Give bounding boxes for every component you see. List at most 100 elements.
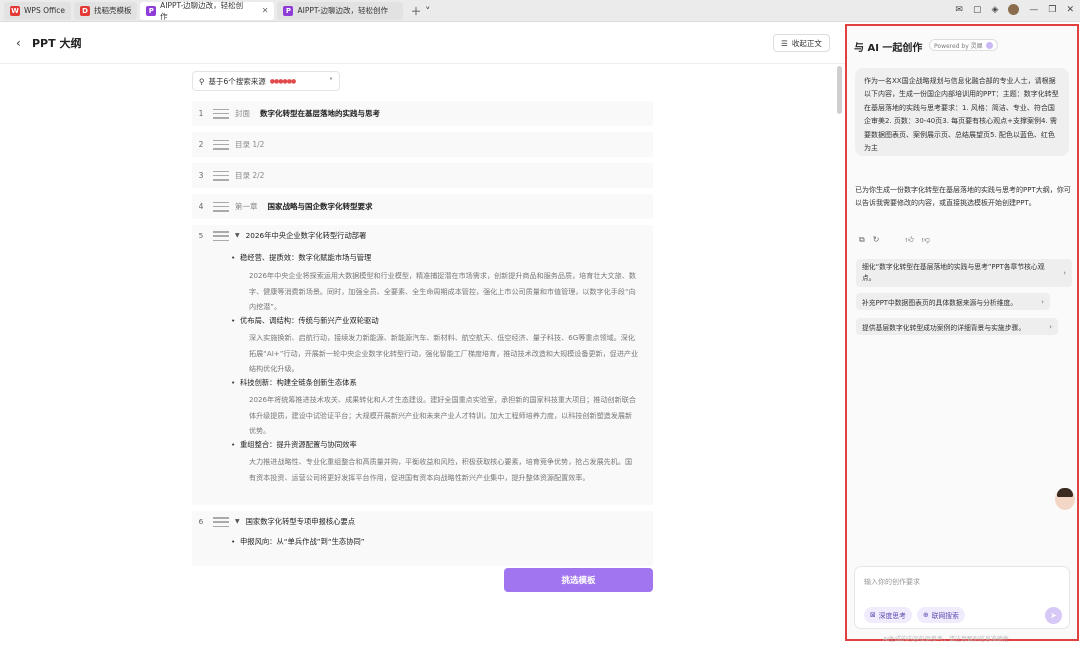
search-icon: ⚲: [199, 76, 205, 86]
row-kind: 第一章: [235, 202, 258, 211]
slide-thumb-icon: [213, 139, 229, 150]
deep-think-icon: ⊠: [870, 611, 876, 619]
collapse-body-button[interactable]: ☰ 收起正文: [773, 34, 830, 52]
web-search-toggle[interactable]: ⊕ 联网搜索: [917, 607, 965, 623]
tab-aippt[interactable]: P AIPPT-边聊边改，轻松创作: [277, 1, 404, 20]
chat-input-box[interactable]: 输入你的创作要求 ⊠ 深度思考 ⊕ 联网搜索 ➤: [854, 566, 1070, 629]
back-icon[interactable]: ‹: [16, 36, 21, 50]
row-kind: 目录 2/2: [235, 171, 265, 180]
tab-label: AIPPT-边聊边改，轻松创作: [160, 0, 244, 21]
suggestion-chip[interactable]: 细化“数字化转型在基层落地的实践与思考”PPT各章节核心观点。 ›: [856, 259, 1072, 287]
tab-label: AIPPT-边聊边改，轻松创作: [297, 6, 388, 15]
slide-thumb-icon: [213, 108, 229, 119]
deep-thinking-label: 深度思考: [878, 612, 906, 620]
section-header[interactable]: 5 ▼ 2026年中央企业数字化转型行动部署: [192, 229, 366, 243]
copy-icon[interactable]: ⧉: [859, 235, 865, 245]
search-sources-label: 基于6个搜索来源: [208, 76, 266, 86]
disclaimer: AI生成的内容仅供参考，请注意甄别信息准确性: [883, 636, 1009, 643]
assistant-mascot-icon[interactable]: [1055, 488, 1075, 510]
caret-down-icon[interactable]: ▼: [235, 229, 240, 243]
chevron-right-icon: ›: [1049, 322, 1052, 331]
row-kind: 目录 1/2: [235, 140, 265, 149]
clipboard-icon[interactable]: ▢: [973, 5, 982, 15]
web-search-label: 联网搜索: [931, 612, 959, 620]
search-sources-dropdown[interactable]: ⚲ 基于6个搜索来源 ●●●●●● ˅: [192, 71, 340, 91]
row-title[interactable]: 数字化转型在基层落地的实践与思考: [260, 108, 380, 119]
thumbs-up-icon[interactable]: 👍︎: [905, 235, 913, 245]
aippt-logo-icon: P: [283, 5, 294, 16]
row-number: 1: [198, 109, 204, 118]
section-heading[interactable]: 国家数字化转型专项申报核心要点: [246, 515, 355, 529]
section-header[interactable]: 6 ▼ 国家数字化转型专项申报核心要点: [192, 515, 355, 529]
point-title[interactable]: 科技创新：构建全链条创新生态体系: [231, 376, 357, 390]
ai-message: 已为你生成一份数字化转型在基层落地的实践与思考的PPT大纲，你可以告诉我需要修改…: [855, 186, 1071, 208]
point-title[interactable]: 优布局、调结构：传统与新兴产业双轮驱动: [231, 314, 379, 328]
chevron-right-icon: ›: [1063, 269, 1066, 277]
wps-logo-icon: W: [10, 5, 20, 16]
suggestion-label: 补充PPT中数据图表页的具体数据来源与分析维度。: [862, 298, 1018, 307]
point-body[interactable]: 大力推进战略性、专业化重组整合和高质量并购，平衡收益和风险，积极获取核心要素，培…: [249, 454, 639, 485]
slide-thumb-icon: [213, 170, 229, 181]
mail-icon[interactable]: ✉: [955, 5, 963, 15]
suggestion-chip[interactable]: 补充PPT中数据图表页的具体数据来源与分析维度。 ›: [856, 293, 1050, 310]
cube-icon[interactable]: ◈: [991, 5, 998, 15]
point-body[interactable]: 深入实施换新、启航行动，接续发力新能源、新能源汽车、新材料、航空航天、低空经济、…: [249, 330, 639, 377]
tab-bar: W WPS Office D 找稻壳模板 P AIPPT-边聊边改，轻松创作 ✕…: [0, 0, 1080, 22]
slide-thumb-icon: [213, 231, 229, 241]
row-number: 6: [198, 517, 204, 526]
aippt-logo-icon: P: [146, 5, 157, 16]
slide-thumb-icon: [213, 517, 229, 527]
scrollbar[interactable]: [837, 66, 842, 114]
send-icon: ➤: [1050, 611, 1057, 620]
point-title[interactable]: 申报风向：从“单兵作战”到“生态协同”: [231, 535, 365, 549]
point-body[interactable]: 2026年中央企业将探索运用大数据模型和行业模型，精准捕捉潜在市场需求，创新提升…: [249, 268, 639, 315]
close-window-icon[interactable]: ✕: [1066, 5, 1074, 15]
close-icon[interactable]: ✕: [262, 6, 269, 15]
suggestion-label: 细化“数字化转型在基层落地的实践与思考”PPT各章节核心观点。: [862, 263, 1045, 282]
section-heading[interactable]: 2026年中央企业数字化转型行动部署: [246, 229, 367, 243]
docer-logo-icon: D: [79, 5, 90, 16]
tab-label: 找稻壳模板: [93, 6, 132, 15]
outline-panel: ‹ PPT 大纲 ☰ 收起正文 ⚲ 基于6个搜索来源 ●●●●●● ˅ 1 封面…: [0, 22, 845, 648]
regenerate-icon[interactable]: ↻: [873, 235, 880, 245]
ai-chat-panel: 与 AI 一起创作 Powered by 灵犀 作为一名XX国企战略规划与信息化…: [845, 24, 1079, 643]
outline-row[interactable]: 1 封面 数字化转型在基层落地的实践与思考: [192, 101, 653, 126]
suggestion-chip[interactable]: 提供基层数字化转型成功案例的详细背景与实施步骤。 ›: [856, 318, 1058, 335]
restore-icon[interactable]: ❐: [1048, 5, 1056, 15]
avatar[interactable]: [1008, 4, 1020, 15]
chat-input[interactable]: 输入你的创作要求: [864, 577, 920, 587]
message-actions: ⧉ ↻ 👍︎ 👎︎: [859, 235, 930, 245]
powered-by-label: Powered by 灵犀: [934, 42, 983, 50]
source-favicons-icon: ●●●●●●: [269, 77, 296, 85]
collapse-label: 收起正文: [791, 38, 822, 48]
point-body[interactable]: 2026年将统筹推进技术攻关、成果转化和人才生态建设。建好全国重点实验室，承担新…: [249, 392, 639, 439]
user-message: 作为一名XX国企战略规划与信息化融合部的专业人士，请根据以下内容，生成一份国企内…: [855, 68, 1069, 156]
row-title[interactable]: 国家战略与国企数字化转型要求: [268, 201, 373, 212]
chat-title: 与 AI 一起创作: [854, 43, 923, 54]
tab-label: WPS Office: [24, 6, 65, 15]
point-title[interactable]: 稳经营、提质效：数字化赋能市场与管理: [231, 251, 371, 265]
pick-template-button[interactable]: 挑选模板: [504, 568, 653, 592]
outline-row[interactable]: 2 目录 1/2: [192, 132, 653, 157]
outline-section-card: 5 ▼ 2026年中央企业数字化转型行动部署 稳经营、提质效：数字化赋能市场与管…: [192, 225, 653, 505]
tab-aippt-active[interactable]: P AIPPT-边聊边改，轻松创作 ✕: [140, 0, 275, 21]
divider: [0, 63, 845, 64]
chevron-right-icon: ›: [1041, 297, 1044, 306]
caret-down-icon[interactable]: ▼: [235, 515, 240, 529]
outline-row[interactable]: 4 第一章 国家战略与国企数字化转型要求: [192, 194, 653, 219]
row-number: 3: [198, 171, 204, 180]
tab-docer-templates[interactable]: D 找稻壳模板: [73, 1, 138, 20]
send-button[interactable]: ➤: [1045, 607, 1062, 624]
tab-wps-office[interactable]: W WPS Office: [4, 1, 71, 20]
point-title[interactable]: 重组整合：提升资源配置与协同效率: [231, 438, 357, 452]
suggestion-label: 提供基层数字化转型成功案例的详细背景与实施步骤。: [862, 323, 1026, 332]
deep-thinking-toggle[interactable]: ⊠ 深度思考: [864, 607, 912, 623]
thumbs-down-icon[interactable]: 👎︎: [922, 235, 930, 245]
collapse-icon: ☰: [781, 38, 788, 48]
outline-row[interactable]: 3 目录 2/2: [192, 163, 653, 188]
window-controls: ✉ ▢ ◈ — ❐ ✕: [955, 4, 1074, 15]
new-tab-button[interactable]: ＋ ˅: [410, 3, 430, 19]
row-number: 4: [198, 202, 204, 211]
minimize-icon[interactable]: —: [1029, 5, 1038, 15]
row-number: 2: [198, 140, 204, 149]
